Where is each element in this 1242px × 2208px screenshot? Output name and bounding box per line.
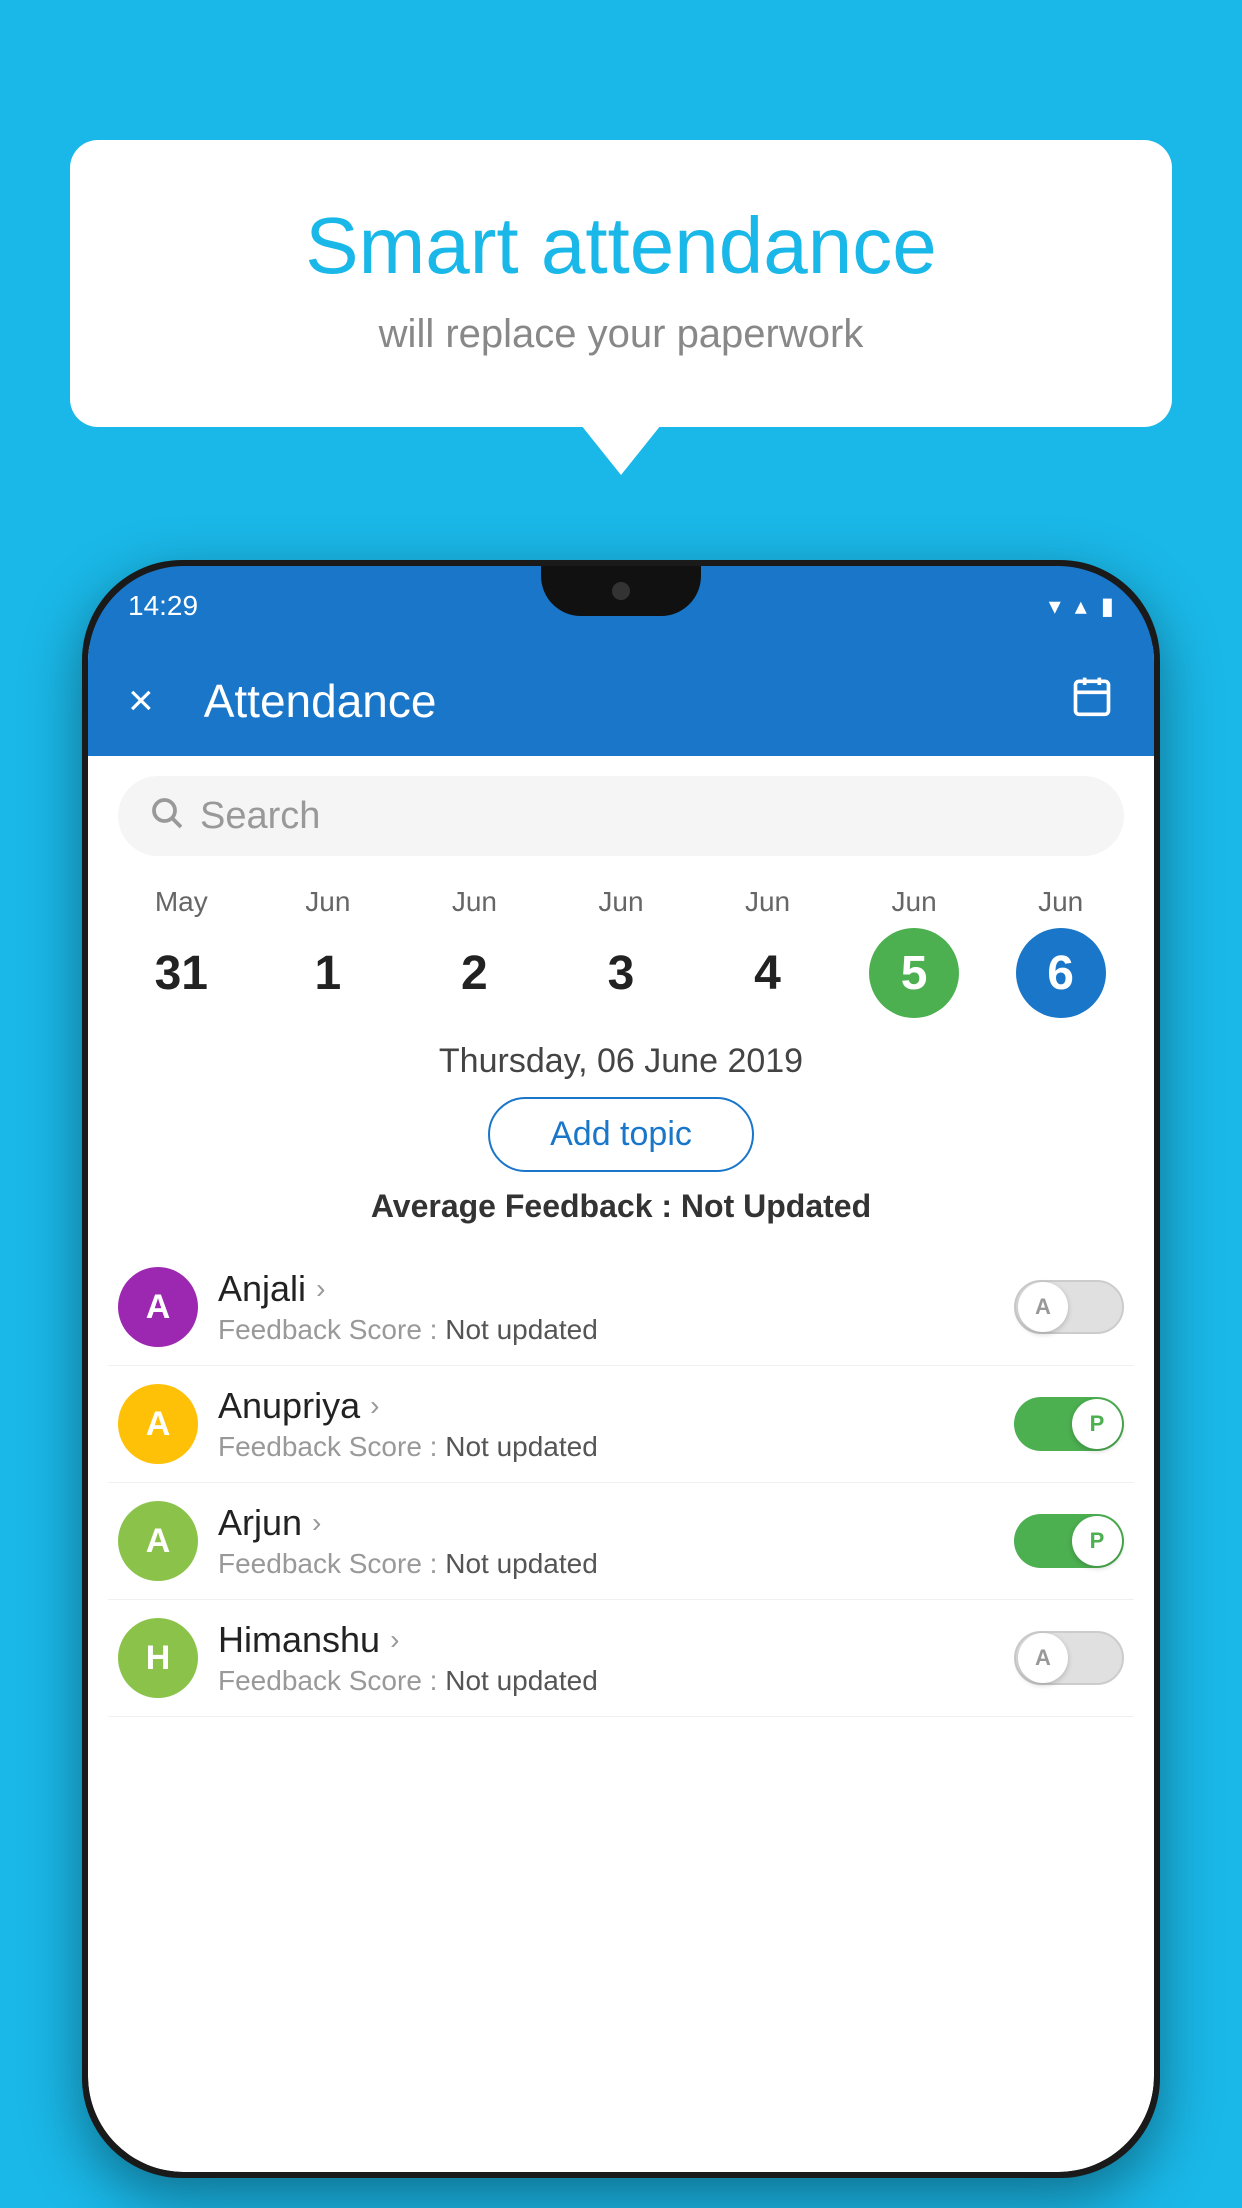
attendance-toggle[interactable]: P (1014, 1397, 1124, 1451)
cal-date-number: 2 (429, 928, 519, 1018)
avatar: A (118, 1501, 198, 1581)
add-topic-button[interactable]: Add topic (488, 1097, 754, 1172)
close-button[interactable]: × (128, 676, 154, 726)
add-topic-button-wrapper: Add topic (88, 1097, 1154, 1172)
cal-month-label: Jun (305, 886, 350, 918)
attendance-toggle[interactable]: P (1014, 1514, 1124, 1568)
student-list: AAnjali ›Feedback Score : Not updatedAAA… (88, 1249, 1154, 1717)
student-item[interactable]: A Anupriya › Feedback Score : Not updated P (108, 1366, 1134, 1483)
chevron-icon: › (312, 1507, 321, 1539)
selected-date: Thursday, 06 June 2019 (88, 1042, 1154, 1081)
phone-frame: 14:29 ▾ ▴ ▮ × Attendance (82, 560, 1160, 2178)
speech-bubble: Smart attendance will replace your paper… (70, 140, 1172, 427)
calendar-day[interactable]: May 31 (136, 886, 226, 1018)
student-info: Anupriya › Feedback Score : Not updated (218, 1385, 994, 1463)
calendar-day[interactable]: Jun 3 (576, 886, 666, 1018)
header-title: Attendance (204, 674, 437, 728)
student-name: Arjun › (218, 1502, 994, 1544)
student-info: Arjun › Feedback Score : Not updated (218, 1502, 994, 1580)
student-name: Anjali › (218, 1268, 994, 1310)
avatar: A (118, 1267, 198, 1347)
avatar: H (118, 1618, 198, 1698)
camera-dot (612, 582, 630, 600)
cal-date-number: 4 (723, 928, 813, 1018)
avatar: A (118, 1384, 198, 1464)
calendar-day[interactable]: Jun 4 (723, 886, 813, 1018)
signal-icon: ▴ (1075, 592, 1087, 621)
avg-feedback-label: Average Feedback : (371, 1188, 681, 1224)
avg-feedback: Average Feedback : Not Updated (88, 1188, 1154, 1225)
bubble-subtitle: will replace your paperwork (150, 312, 1092, 357)
cal-date-number: 1 (283, 928, 373, 1018)
cal-month-label: Jun (598, 886, 643, 918)
student-name: Anupriya › (218, 1385, 994, 1427)
calendar-day[interactable]: Jun 6 (1016, 886, 1106, 1018)
attendance-toggle[interactable]: A (1014, 1280, 1124, 1334)
student-item[interactable]: A Arjun › Feedback Score : Not updated P (108, 1483, 1134, 1600)
feedback-score: Feedback Score : Not updated (218, 1431, 994, 1463)
calendar-day[interactable]: Jun 1 (283, 886, 373, 1018)
feedback-score: Feedback Score : Not updated (218, 1665, 994, 1697)
student-name: Himanshu › (218, 1619, 994, 1661)
phone-inner: 14:29 ▾ ▴ ▮ × Attendance (88, 566, 1154, 2172)
search-placeholder: Search (200, 795, 320, 838)
feedback-score: Feedback Score : Not updated (218, 1548, 994, 1580)
phone-notch (541, 566, 701, 616)
cal-month-label: Jun (452, 886, 497, 918)
student-item[interactable]: A Anjali › Feedback Score : Not updated A (108, 1249, 1134, 1366)
cal-month-label: Jun (745, 886, 790, 918)
cal-date-number: 5 (869, 928, 959, 1018)
status-bar: 14:29 ▾ ▴ ▮ (88, 566, 1154, 646)
student-info: Himanshu › Feedback Score : Not updated (218, 1619, 994, 1697)
search-icon (148, 794, 184, 839)
cal-month-label: May (155, 886, 208, 918)
calendar-strip: May 31 Jun 1 Jun 2 Jun 3 Jun 4 Jun 5 Jun 6 (88, 876, 1154, 1018)
cal-date-number: 6 (1016, 928, 1106, 1018)
calendar-icon[interactable] (1070, 674, 1114, 728)
chevron-icon: › (390, 1624, 399, 1656)
avg-feedback-value: Not Updated (681, 1188, 871, 1224)
chevron-icon: › (316, 1273, 325, 1305)
search-bar[interactable]: Search (118, 776, 1124, 856)
attendance-toggle[interactable]: A (1014, 1631, 1124, 1685)
app-content: × Attendance (88, 646, 1154, 2172)
wifi-icon: ▾ (1049, 592, 1061, 621)
status-time: 14:29 (128, 590, 198, 622)
bubble-title: Smart attendance (150, 200, 1092, 292)
speech-bubble-container: Smart attendance will replace your paper… (70, 140, 1172, 427)
student-item[interactable]: H Himanshu › Feedback Score : Not updated A (108, 1600, 1134, 1717)
chevron-icon: › (370, 1390, 379, 1422)
cal-date-number: 3 (576, 928, 666, 1018)
status-icons: ▾ ▴ ▮ (1049, 592, 1114, 621)
calendar-day[interactable]: Jun 5 (869, 886, 959, 1018)
feedback-score: Feedback Score : Not updated (218, 1314, 994, 1346)
student-info: Anjali › Feedback Score : Not updated (218, 1268, 994, 1346)
cal-date-number: 31 (136, 928, 226, 1018)
app-header: × Attendance (88, 646, 1154, 756)
calendar-day[interactable]: Jun 2 (429, 886, 519, 1018)
battery-icon: ▮ (1101, 592, 1114, 621)
cal-month-label: Jun (892, 886, 937, 918)
cal-month-label: Jun (1038, 886, 1083, 918)
